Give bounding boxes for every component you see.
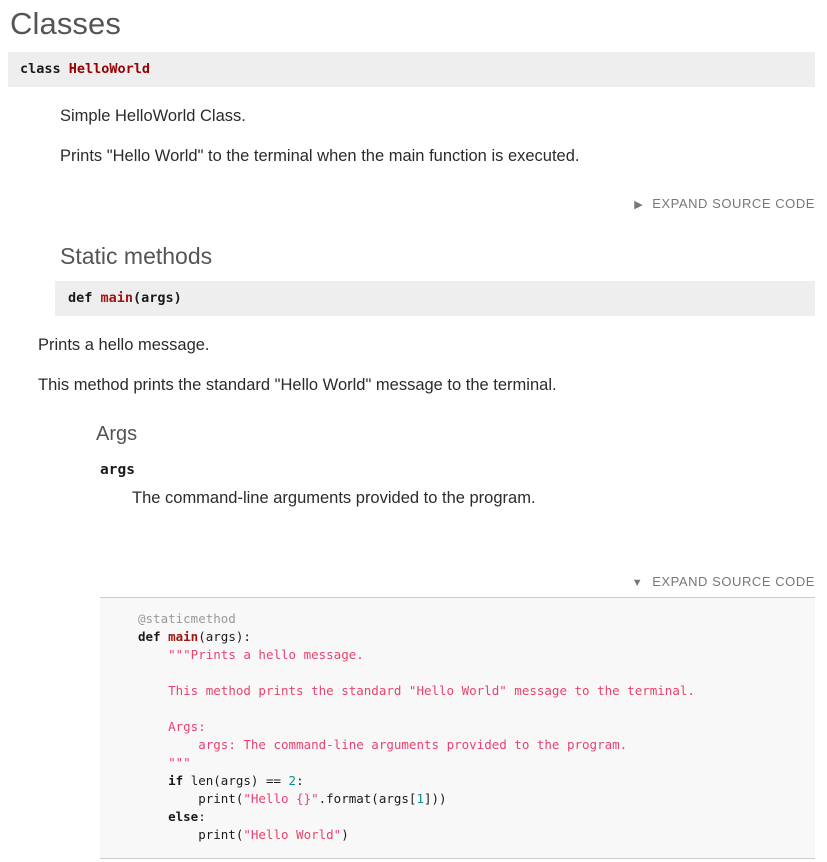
code-token: : [296, 773, 304, 789]
source-code-container: @staticmethod def main(args): """Prints … [100, 597, 815, 860]
method-name: main [100, 289, 134, 306]
class-signature: class HelloWorld [8, 52, 815, 87]
code-token: else [168, 809, 199, 825]
page-title: Classes [10, 6, 121, 41]
code-token: print( [138, 791, 244, 807]
method-description-line-1: Prints a hello message. [38, 335, 210, 354]
class-description-block: Simple HelloWorld Class. Prints "Hello W… [0, 87, 827, 168]
arg-description: The command-line arguments provided to t… [132, 489, 536, 508]
args-heading: Args [96, 423, 138, 446]
class-description-line-1: Simple HelloWorld Class. [60, 106, 246, 125]
code-token: This method prints the standard "Hello W… [168, 683, 695, 699]
code-token: (args): [198, 629, 251, 645]
code-token: 1 [416, 791, 424, 807]
code-token: """Prints a hello message. [168, 647, 364, 663]
sig-space [61, 61, 69, 77]
class-keyword: class [20, 61, 61, 77]
def-keyword: def [68, 289, 93, 306]
method-expand-source-toggle[interactable]: ▼ EXPAND SOURCE CODE [0, 510, 827, 591]
class-name: HelloWorld [68, 61, 151, 77]
code-token: 2 [288, 773, 297, 789]
code-token: "Hello {}" [243, 791, 319, 807]
class-expand-source-toggle[interactable]: ▶ EXPAND SOURCE CODE [0, 167, 827, 213]
code-token: main [168, 629, 199, 645]
class-expand-source-label: EXPAND SOURCE CODE [652, 196, 815, 212]
code-token: Args: [168, 719, 206, 735]
code-token: ])) [424, 791, 447, 807]
method-params: (args) [133, 289, 182, 306]
code-token: print( [138, 827, 244, 843]
collapsed-triangle-icon: ▶ [634, 199, 644, 212]
code-token: @staticmethod [138, 611, 236, 627]
expanded-triangle-icon: ▼ [631, 576, 644, 589]
code-token: "Hello World" [243, 827, 342, 843]
method-description-line-2: This method prints the standard "Hello W… [38, 375, 557, 394]
code-token: def [138, 629, 169, 645]
code-token: if [168, 773, 191, 789]
sig-space [92, 290, 100, 306]
code-token: """ [168, 755, 191, 771]
code-token: .format(args[ [318, 791, 417, 807]
class-description-line-2: Prints "Hello World" to the terminal whe… [60, 147, 580, 166]
code-token: args: The command-line arguments provide… [198, 737, 628, 753]
method-expand-source-label: EXPAND SOURCE CODE [652, 573, 815, 589]
method-signature: def main(args) [55, 280, 815, 316]
source-code-block[interactable]: @staticmethod def main(args): """Prints … [100, 598, 815, 858]
code-token: len(args) == [190, 773, 289, 789]
code-token: ) [341, 827, 349, 843]
code-token: : [198, 809, 206, 825]
method-description-block: Prints a hello message. This method prin… [0, 316, 827, 397]
arg-name: args [100, 462, 135, 479]
static-methods-heading: Static methods [60, 243, 213, 270]
